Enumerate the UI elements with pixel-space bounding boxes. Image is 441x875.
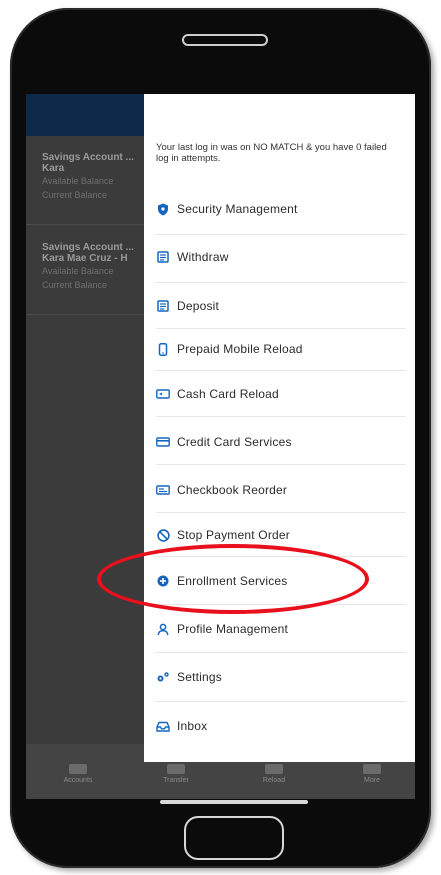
menu-item-label: Checkbook Reorder xyxy=(177,483,288,497)
last-login-notice: Your last log in was on NO MATCH & you h… xyxy=(156,142,387,164)
account-available: Available Balance xyxy=(42,176,114,186)
account-title: Savings Account ... xyxy=(42,242,134,253)
phone-frame: Savings Account ... Kara Available Balan… xyxy=(10,8,431,868)
menu-item-label: Deposit xyxy=(177,299,220,313)
menu-divider xyxy=(156,416,406,417)
check-doc-icon xyxy=(156,299,170,313)
menu-item-label: Cash Card Reload xyxy=(177,387,279,401)
tab-accounts[interactable]: Accounts xyxy=(48,764,108,784)
menu-item-label: Profile Management xyxy=(177,622,288,636)
menu-divider xyxy=(156,282,406,283)
transfer-icon xyxy=(167,764,185,774)
menu-divider xyxy=(156,652,406,653)
menu-divider xyxy=(156,328,406,329)
speaker-grille xyxy=(182,34,268,46)
menu-item-cash-card-reload[interactable]: Cash Card Reload xyxy=(156,379,406,409)
accounts-icon xyxy=(69,764,87,774)
inbox-icon xyxy=(156,719,170,733)
menu-item-checkbook-reorder[interactable]: Checkbook Reorder xyxy=(156,475,406,505)
menu-item-settings[interactable]: Settings xyxy=(156,662,406,692)
account-card-1[interactable]: Savings Account ... Kara Available Balan… xyxy=(26,152,146,202)
menu-item-credit-card-services[interactable]: Credit Card Services xyxy=(156,427,406,457)
menu-item-label: Credit Card Services xyxy=(177,435,292,449)
side-drawer-menu: Your last log in was on NO MATCH & you h… xyxy=(144,94,415,762)
tab-more[interactable]: More xyxy=(342,764,402,784)
menu-item-label: Settings xyxy=(177,670,222,684)
menu-item-deposit[interactable]: Deposit xyxy=(156,291,406,321)
tab-transfer[interactable]: Transfer xyxy=(146,764,206,784)
menu-divider xyxy=(156,234,406,235)
cash-card-icon xyxy=(156,387,170,401)
menu-item-stop-payment-order[interactable]: Stop Payment Order xyxy=(156,520,406,550)
menu-item-label: Inbox xyxy=(177,719,208,733)
menu-item-enrollment-services[interactable]: Enrollment Services xyxy=(156,566,406,596)
menu-item-inbox[interactable]: Inbox xyxy=(156,711,406,741)
menu-divider xyxy=(156,604,406,605)
menu-item-label: Prepaid Mobile Reload xyxy=(177,342,303,356)
home-indicator[interactable] xyxy=(160,800,308,804)
shield-icon xyxy=(156,202,170,216)
check-doc-icon xyxy=(156,250,170,264)
gears-icon xyxy=(156,670,170,684)
person-icon xyxy=(156,622,170,636)
menu-item-withdraw[interactable]: Withdraw xyxy=(156,242,406,272)
account-divider xyxy=(26,314,146,315)
menu-item-label: Security Management xyxy=(177,202,298,216)
tab-reload[interactable]: Reload xyxy=(244,764,304,784)
more-icon xyxy=(363,764,381,774)
menu-divider xyxy=(156,464,406,465)
menu-divider xyxy=(156,701,406,702)
mobile-phone-icon xyxy=(156,342,170,356)
menu-item-label: Stop Payment Order xyxy=(177,528,290,542)
menu-item-security-management[interactable]: Security Management xyxy=(156,194,406,224)
credit-card-icon xyxy=(156,435,170,449)
menu-item-label: Enrollment Services xyxy=(177,574,288,588)
account-current: Current Balance xyxy=(42,280,108,290)
account-available: Available Balance xyxy=(42,266,114,276)
account-card-2[interactable]: Savings Account ... Kara Mae Cruz - H Av… xyxy=(26,242,146,292)
menu-item-prepaid-mobile-reload[interactable]: Prepaid Mobile Reload xyxy=(156,334,406,364)
menu-divider xyxy=(156,556,406,557)
menu-item-profile-management[interactable]: Profile Management xyxy=(156,614,406,644)
account-current: Current Balance xyxy=(42,190,108,200)
account-name: Kara xyxy=(42,163,65,174)
checkbook-icon xyxy=(156,483,170,497)
home-button[interactable] xyxy=(184,816,284,860)
screen: Savings Account ... Kara Available Balan… xyxy=(26,94,415,799)
menu-divider xyxy=(156,512,406,513)
menu-divider xyxy=(156,370,406,371)
plus-circle-icon xyxy=(156,574,170,588)
prohibited-icon xyxy=(156,528,170,542)
reload-icon xyxy=(265,764,283,774)
account-name: Kara Mae Cruz - H xyxy=(42,253,128,264)
account-divider xyxy=(26,224,146,225)
account-title: Savings Account ... xyxy=(42,152,134,163)
menu-item-label: Withdraw xyxy=(177,250,229,264)
